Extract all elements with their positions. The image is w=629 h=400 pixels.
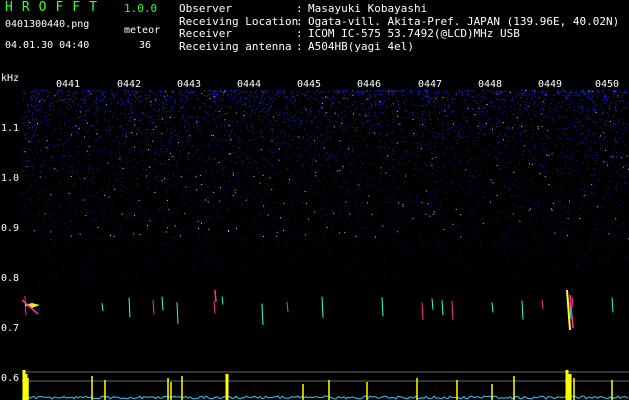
x-tick: 0445 [297, 79, 322, 90]
x-tick: 0449 [538, 79, 563, 90]
info-key: Receiver [179, 27, 232, 40]
info-row-antenna: Receiving antenna : A504HB(yagi 4el) [179, 39, 619, 54]
info-value: Masayuki Kobayashi [308, 2, 428, 15]
x-tick: 0448 [478, 79, 503, 90]
y-tick: 0.9 [1, 223, 20, 234]
y-tick: 0.6 [1, 373, 20, 384]
power-trace-panel [22, 370, 629, 400]
x-tick: 0450 [595, 79, 620, 90]
info-value: ICOM IC-575 53.7492(@LCD)MHz USB [308, 27, 520, 40]
x-tick: 0444 [237, 79, 262, 90]
y-tick: 0.7 [1, 323, 20, 334]
y-tick: 1.0 [1, 173, 20, 184]
observation-datetime: 04.01.30 04:40 [5, 40, 90, 51]
meteor-label: meteor [124, 25, 161, 36]
info-separator: : [296, 39, 303, 53]
info-row-observer: Observer : Masayuki Kobayashi [179, 2, 619, 16]
power-trace [22, 370, 629, 400]
x-tick: 0447 [418, 79, 443, 90]
app-version: 1.0.0 [124, 2, 158, 15]
y-tick: 1.1 [1, 123, 20, 134]
y-axis-unit: kHz [1, 73, 20, 84]
x-tick: 0442 [117, 79, 142, 90]
image-filename: 0401300440.png [5, 19, 90, 30]
spectrogram-noise-field [22, 90, 629, 331]
station-info: Observer : Masayuki Kobayashi Receiving … [179, 2, 619, 54]
x-tick: 0446 [357, 79, 382, 90]
spectrogram-canvas [22, 90, 629, 370]
meteor-count: 36 [139, 40, 152, 51]
info-value: A504HB(yagi 4el) [308, 39, 414, 53]
info-separator: : [296, 2, 303, 15]
x-tick: 0441 [56, 79, 81, 90]
y-tick: 0.8 [1, 273, 20, 284]
info-key: Observer [179, 2, 232, 15]
app-title: HROFFT [5, 0, 106, 15]
info-row-receiver: Receiver : ICOM IC-575 53.7492(@LCD)MHz … [179, 27, 619, 41]
app-header: HROFFT 1.0.0 0401300440.png meteor 04.01… [0, 0, 170, 62]
info-separator: : [296, 27, 303, 40]
x-tick: 0443 [177, 79, 202, 90]
info-key: Receiving antenna [179, 39, 292, 53]
